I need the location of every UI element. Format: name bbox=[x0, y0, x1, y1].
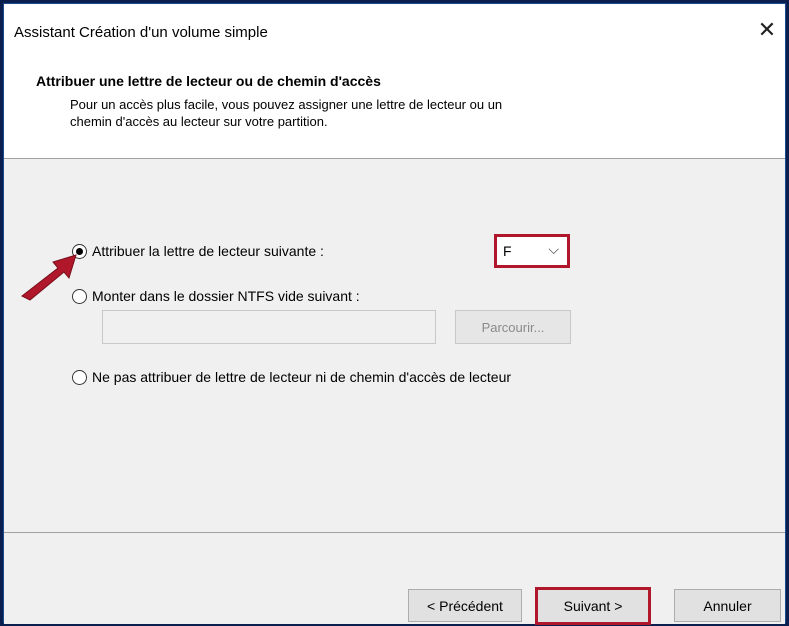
option-no-assign[interactable]: Ne pas attribuer de lettre de lecteur ni… bbox=[72, 369, 511, 385]
close-icon[interactable]: ✕ bbox=[755, 18, 779, 42]
wizard-dialog: Assistant Création d'un volume simple ✕ … bbox=[3, 3, 786, 625]
title-bar: Assistant Création d'un volume simple ✕ bbox=[4, 4, 785, 54]
previous-button[interactable]: < Précédent bbox=[408, 589, 522, 622]
drive-letter-value: F bbox=[503, 243, 512, 259]
page-title: Attribuer une lettre de lecteur ou de ch… bbox=[36, 73, 381, 89]
next-button[interactable]: Suivant > bbox=[535, 587, 651, 625]
browse-button[interactable]: Parcourir... bbox=[455, 310, 571, 344]
red-arrow-icon bbox=[21, 254, 77, 301]
mount-ntfs-label: Monter dans le dossier NTFS vide suivant… bbox=[92, 288, 360, 304]
window-title: Assistant Création d'un volume simple bbox=[14, 24, 268, 41]
no-assign-radio[interactable] bbox=[72, 369, 87, 385]
wizard-body: Attribuer la lettre de lecteur suivante … bbox=[4, 159, 785, 532]
wizard-header: Attribuer une lettre de lecteur ou de ch… bbox=[4, 54, 785, 158]
option-assign-letter[interactable]: Attribuer la lettre de lecteur suivante … bbox=[72, 243, 324, 259]
assign-letter-label: Attribuer la lettre de lecteur suivante … bbox=[92, 243, 324, 259]
no-assign-label: Ne pas attribuer de lettre de lecteur ni… bbox=[92, 369, 512, 385]
wizard-footer: < Précédent Suivant > Annuler bbox=[4, 533, 785, 625]
cancel-button[interactable]: Annuler bbox=[674, 589, 781, 622]
drive-letter-select[interactable]: F ⌵ bbox=[494, 234, 570, 268]
description-line-1: Pour un accès plus facile, vous pouvez a… bbox=[70, 97, 503, 112]
description-line-2: chemin d'accès au lecteur sur votre part… bbox=[70, 114, 328, 129]
chevron-down-icon: ⌵ bbox=[548, 241, 559, 257]
option-mount-ntfs[interactable]: Monter dans le dossier NTFS vide suivant… bbox=[72, 288, 360, 304]
ntfs-path-input[interactable] bbox=[102, 310, 436, 344]
page-description: Pour un accès plus facile, vous pouvez a… bbox=[70, 96, 670, 130]
